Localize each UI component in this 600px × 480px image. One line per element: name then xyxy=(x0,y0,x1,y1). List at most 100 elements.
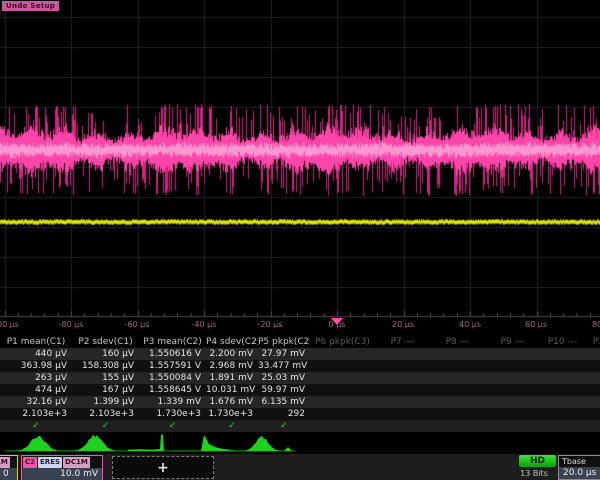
stat-cell: 27.97 mV xyxy=(258,348,310,360)
param-header: P8 --- xyxy=(430,336,485,348)
stat-cell: 25.03 mV xyxy=(258,372,310,384)
param-header: P10 --- xyxy=(540,336,585,348)
measurement-table: P1 mean(C1)P2 sdev(C1)P3 mean(C2)P4 sdev… xyxy=(0,336,600,432)
stat-cell xyxy=(585,408,600,420)
undo-setup-button[interactable]: Undo Setup xyxy=(2,1,59,11)
channel-c2-descriptor[interactable]: C2 ERES DC1M 10.0 mV xyxy=(21,455,103,480)
table-row: 263 µV155 µV1.550084 V1.891 mV25.03 mV xyxy=(0,372,600,384)
stat-cell xyxy=(375,384,430,396)
time-axis-label: -100 µs xyxy=(0,320,19,329)
tbase-label: Tbase xyxy=(559,456,600,467)
stat-cell xyxy=(585,360,600,372)
stat-cell xyxy=(540,384,585,396)
stat-cell: 474 µV xyxy=(0,384,72,396)
stat-cell xyxy=(430,408,485,420)
stat-cell: 1.399 µV xyxy=(72,396,139,408)
hd-bits-label: 13 Bits xyxy=(512,469,556,478)
stat-cell xyxy=(485,348,540,360)
stat-cell: 292 xyxy=(258,408,310,420)
waveform-grid[interactable] xyxy=(0,0,600,318)
stat-cell: 2.968 mV xyxy=(206,360,258,372)
stat-cell xyxy=(585,348,600,360)
table-row: 474 µV167 µV1.558645 V10.031 mV59.97 mV xyxy=(0,384,600,396)
table-row: ✓✓✓✓✓ xyxy=(0,420,600,432)
stat-cell xyxy=(430,360,485,372)
stat-cell: 1.550084 V xyxy=(139,372,206,384)
stat-cell xyxy=(540,396,585,408)
stat-cell xyxy=(485,384,540,396)
histicon xyxy=(201,435,236,451)
stat-cell: 1.558645 V xyxy=(139,384,206,396)
param-header[interactable]: P5 pkpk(C2) xyxy=(258,336,310,348)
histicon xyxy=(284,447,292,451)
c2-channel-chip: C2 xyxy=(23,457,37,468)
stat-cell: 1.557591 V xyxy=(139,360,206,372)
table-row: 440 µV160 µV1.550616 V2.200 mV27.97 mV xyxy=(0,348,600,360)
status-check-icon xyxy=(430,420,485,432)
stat-cell: 158.308 µV xyxy=(72,360,139,372)
oscilloscope-screen: Undo Setup -100 µs-80 µs-60 µs-40 µs-20 … xyxy=(0,0,600,480)
stat-cell xyxy=(585,384,600,396)
status-check-icon xyxy=(585,420,600,432)
status-check-icon: ✓ xyxy=(258,420,310,432)
stat-cell: 6.135 mV xyxy=(258,396,310,408)
stat-cell xyxy=(375,360,430,372)
param-header[interactable]: P1 mean(C1) xyxy=(0,336,72,348)
stat-cell xyxy=(585,372,600,384)
stat-cell xyxy=(540,408,585,420)
stat-cell xyxy=(430,384,485,396)
stat-cell: 155 µV xyxy=(72,372,139,384)
stat-cell xyxy=(375,408,430,420)
stat-cell xyxy=(310,396,375,408)
stat-cell xyxy=(485,360,540,372)
param-header: P7 --- xyxy=(375,336,430,348)
stat-cell: 363.98 µV xyxy=(0,360,72,372)
stat-cell: 1.550616 V xyxy=(139,348,206,360)
status-check-icon xyxy=(485,420,540,432)
channel-c1-descriptor[interactable]: C1 DC1M 0 mV xyxy=(0,455,18,480)
table-row: 363.98 µV158.308 µV1.557591 V2.968 mV33.… xyxy=(0,360,600,372)
table-row: 2.103e+32.103e+31.730e+31.730e+3292 xyxy=(0,408,600,420)
status-check-icon xyxy=(310,420,375,432)
tbase-value: 20.0 µs xyxy=(559,467,600,479)
stat-cell: 10.031 mV xyxy=(206,384,258,396)
stat-cell: 59.97 mV xyxy=(258,384,310,396)
time-axis-label: 20 µs xyxy=(392,320,414,329)
c2-coupling-chip: DC1M xyxy=(63,457,90,468)
param-header: P11 --- xyxy=(585,336,600,348)
plus-icon: + xyxy=(157,460,169,476)
status-check-icon xyxy=(540,420,585,432)
time-axis-label: 80 µs xyxy=(592,320,600,329)
stat-cell xyxy=(430,348,485,360)
param-header[interactable]: P4 sdev(C2) xyxy=(206,336,258,348)
timebase-descriptor[interactable]: Tbase 20.0 µs xyxy=(558,455,600,480)
stat-cell: 1.339 mV xyxy=(139,396,206,408)
add-trace-button[interactable]: + xyxy=(112,456,214,479)
time-axis-label: -60 µs xyxy=(125,320,150,329)
stat-cell: 2.103e+3 xyxy=(72,408,139,420)
c2-volts-per-div: 10.0 mV xyxy=(22,468,102,480)
param-header[interactable]: P3 mean(C2) xyxy=(139,336,206,348)
stat-cell xyxy=(375,372,430,384)
stat-cell xyxy=(375,348,430,360)
histicon-strip xyxy=(0,432,600,454)
stat-cell xyxy=(485,372,540,384)
param-header[interactable]: P2 sdev(C1) xyxy=(72,336,139,348)
table-row: P1 mean(C1)P2 sdev(C1)P3 mean(C2)P4 sdev… xyxy=(0,336,600,348)
time-axis-label: -80 µs xyxy=(59,320,84,329)
status-check-icon: ✓ xyxy=(0,420,72,432)
param-header: P6 pkpk(C3) xyxy=(310,336,375,348)
stat-cell xyxy=(310,408,375,420)
stat-cell xyxy=(310,348,375,360)
stat-cell: 160 µV xyxy=(72,348,139,360)
c1-volts-per-div: 0 mV xyxy=(0,468,17,480)
hd-mode-button[interactable]: HD xyxy=(519,455,556,467)
time-axis-label: 40 µs xyxy=(459,320,481,329)
status-check-icon: ✓ xyxy=(72,420,139,432)
stat-cell xyxy=(430,372,485,384)
trigger-time-marker[interactable] xyxy=(331,318,343,325)
stat-cell: 2.200 mV xyxy=(206,348,258,360)
histicon xyxy=(14,436,62,452)
bottom-bar: C1 DC1M 0 mV C2 ERES DC1M 10.0 mV + HD 1… xyxy=(0,454,600,480)
stat-cell xyxy=(485,408,540,420)
